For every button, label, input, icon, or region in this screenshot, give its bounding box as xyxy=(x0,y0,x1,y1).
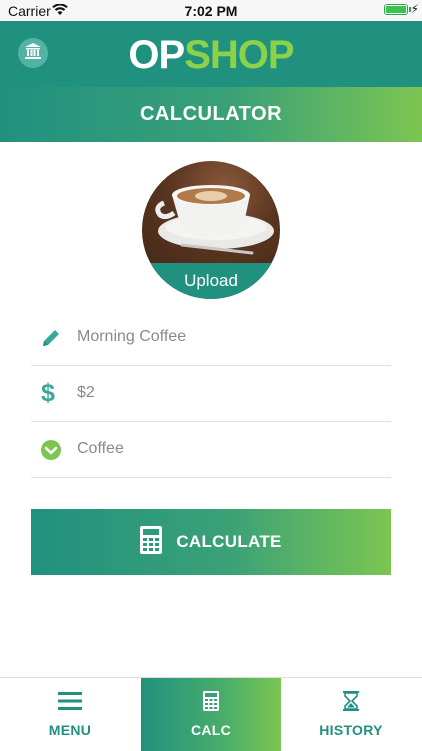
tab-calc[interactable]: CALC xyxy=(141,678,281,751)
category-value: Coffee xyxy=(77,440,124,457)
tab-menu-label: MENU xyxy=(48,722,92,738)
tab-bar: MENU CALC HISTORY xyxy=(0,677,422,751)
tab-menu[interactable]: MENU xyxy=(0,678,140,751)
calculator-icon xyxy=(203,691,219,716)
battery-icon xyxy=(384,4,408,15)
calculate-label: CALCULATE xyxy=(176,532,282,551)
app-header: OPSHOP xyxy=(0,21,422,87)
calculate-button[interactable]: CALCULATE xyxy=(31,509,391,575)
tab-history[interactable]: HISTORY xyxy=(281,678,421,751)
upload-label: Upload xyxy=(184,271,238,290)
hourglass-icon xyxy=(343,691,359,716)
page-title: CALCULATOR xyxy=(0,87,422,142)
app-logo: OPSHOP xyxy=(0,33,422,78)
item-name-field[interactable]: Morning Coffee xyxy=(31,310,391,366)
upload-button[interactable]: Upload xyxy=(142,263,280,299)
logo-shop: SHOP xyxy=(184,33,294,77)
chevron-check-icon xyxy=(39,438,63,462)
category-field[interactable]: Coffee xyxy=(31,422,391,478)
menu-icon xyxy=(58,691,82,716)
tab-calc-label: CALC xyxy=(190,722,232,738)
charging-icon: ⚡ xyxy=(410,2,419,16)
logo-op: OP xyxy=(128,33,185,77)
tab-history-label: HISTORY xyxy=(319,722,383,738)
item-photo[interactable]: Upload xyxy=(142,161,280,299)
calculator-icon xyxy=(140,525,163,559)
item-name-value: Morning Coffee xyxy=(77,328,187,345)
clock: 7:02 PM xyxy=(184,3,238,19)
price-value: $2 xyxy=(77,384,95,401)
dollar-icon: $ xyxy=(41,379,55,407)
price-field[interactable]: $ $2 xyxy=(31,366,391,422)
status-bar: Carrier 7:02 PM ⚡ xyxy=(0,0,422,21)
pencil-icon xyxy=(39,326,63,350)
